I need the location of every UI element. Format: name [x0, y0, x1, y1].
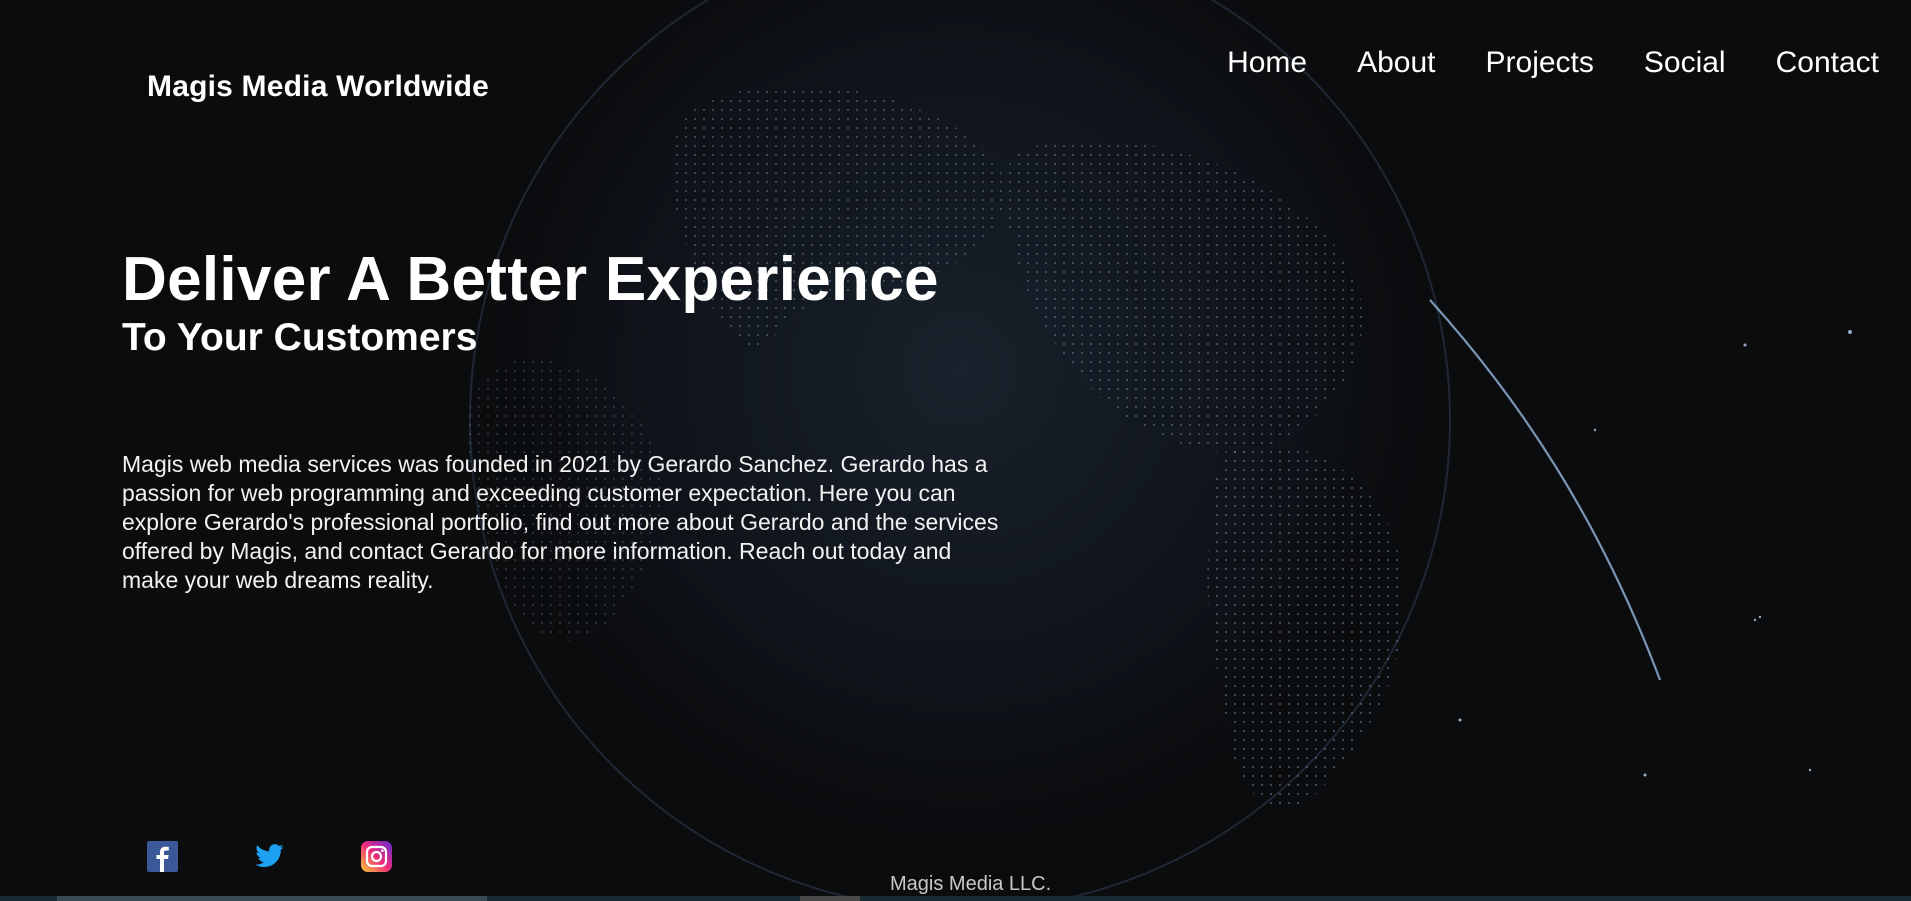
hero-section: Deliver A Better Experience To Your Cust…: [122, 245, 1022, 593]
hero-subtitle: To Your Customers: [122, 316, 478, 359]
instagram-icon[interactable]: [361, 841, 392, 872]
main-nav: Home About Projects Social Contact: [1227, 46, 1879, 80]
hero-description: Magis web media services was founded in …: [122, 451, 999, 593]
facebook-icon[interactable]: [147, 841, 178, 872]
footer-copyright: Magis Media LLC.: [890, 873, 1052, 895]
scrollbar-segment: [800, 896, 860, 901]
brand-logo-text[interactable]: Magis Media Worldwide: [147, 70, 489, 104]
twitter-icon[interactable]: [254, 841, 285, 872]
social-links: [147, 841, 392, 872]
scrollbar-thumb[interactable]: [57, 896, 487, 901]
nav-link-home[interactable]: Home: [1227, 46, 1307, 80]
hero-title: Deliver A Better Experience: [122, 245, 939, 314]
page: Magis Media Worldwide Home About Project…: [0, 0, 1911, 901]
nav-link-projects[interactable]: Projects: [1486, 46, 1594, 80]
nav-link-about[interactable]: About: [1357, 46, 1435, 80]
bottom-scrollbar[interactable]: [0, 896, 1911, 901]
nav-link-social[interactable]: Social: [1644, 46, 1726, 80]
nav-link-contact[interactable]: Contact: [1776, 46, 1879, 80]
